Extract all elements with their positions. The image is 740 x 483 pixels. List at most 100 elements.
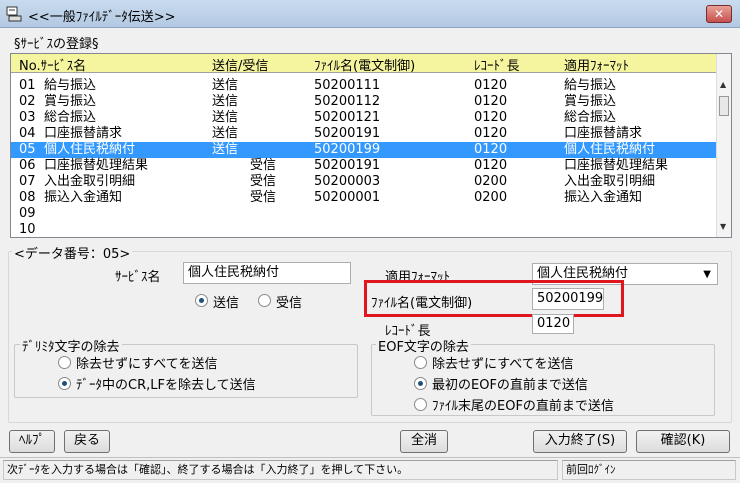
- header-record-length: ﾚｺｰﾄﾞ長: [474, 59, 520, 74]
- row-format: 個人住民税納付: [564, 142, 656, 157]
- scroll-thumb[interactable]: [719, 96, 729, 116]
- row-filename: 50200111: [314, 78, 381, 93]
- row-format: 給与振込: [564, 78, 617, 93]
- row-direction: 送信: [212, 94, 239, 109]
- status-message: 次ﾃﾞｰﾀを入力する場合は「確認」、終了する場合は「入力終了」を押して下さい。: [3, 460, 558, 480]
- row-filename: 50200121: [314, 110, 381, 125]
- row-service-name: 入出金取引明細: [44, 174, 136, 189]
- list-rows: 01 給与振込 送信 50200111 0120 給与振込 02 賞与振込 送信 50200112…: [11, 78, 717, 238]
- row-direction: 送信: [212, 78, 239, 93]
- row-service-name: 総合振込: [44, 110, 97, 125]
- list-scrollbar[interactable]: ▲ ▼: [716, 54, 731, 237]
- header-direction: 送信/受信: [212, 59, 269, 74]
- row-number: 02: [19, 94, 36, 109]
- window-title: <<一般ﾌｧｲﾙﾃﾞｰﾀ伝送>>: [28, 10, 176, 25]
- header-format: 適用ﾌｫｰﾏｯﾄ: [564, 59, 630, 74]
- row-format: 口座振替請求: [564, 126, 643, 141]
- list-item[interactable]: 05 個人住民税納付 送信 50200199 0120 個人住民税納付: [11, 142, 717, 158]
- app-icon: [6, 6, 22, 22]
- receive-radio[interactable]: [258, 294, 271, 307]
- row-service-name: 口座振替処理結果: [44, 158, 149, 173]
- detail-title: <データ番号：05>: [12, 243, 133, 262]
- eof-option-last-radio[interactable]: [414, 398, 427, 411]
- clear-button[interactable]: 全消: [400, 430, 448, 453]
- scroll-down-icon[interactable]: ▼: [720, 222, 726, 231]
- list-item[interactable]: 02 賞与振込 送信 50200112 0120 賞与振込: [11, 94, 717, 110]
- back-button[interactable]: 戻る: [64, 430, 110, 453]
- row-filename: 50200199: [314, 142, 381, 157]
- list-item[interactable]: 10: [11, 222, 717, 238]
- eof-option-last-label: ﾌｧｲﾙ末尾のEOFの直前まで送信: [432, 399, 614, 414]
- row-number: 06: [19, 158, 36, 173]
- row-direction: 送信: [212, 142, 239, 157]
- row-format: 総合振込: [564, 110, 617, 125]
- eof-option-keep-radio[interactable]: [414, 356, 427, 369]
- scroll-up-icon[interactable]: ▲: [720, 80, 726, 89]
- row-record-length: 0120: [474, 126, 508, 141]
- close-icon: ✕: [713, 7, 725, 21]
- finish-input-button[interactable]: 入力終了(S): [533, 430, 627, 453]
- header-name: No.ｻｰﾋﾞｽ名: [19, 59, 87, 74]
- row-record-length: 0120: [474, 158, 508, 173]
- row-service-name: 振込入金通知: [44, 190, 123, 205]
- row-format: 入出金取引明細: [564, 174, 656, 189]
- row-number: 03: [19, 110, 36, 125]
- row-filename: 50200191: [314, 126, 381, 141]
- delimiter-option-strip-label: ﾃﾞｰﾀ中のCR,LFを除去して送信: [76, 378, 256, 393]
- eof-option-first-label: 最初のEOFの直前まで送信: [432, 378, 588, 393]
- row-filename: 50200112: [314, 94, 381, 109]
- delimiter-option-strip-radio[interactable]: [58, 377, 71, 390]
- row-service-name: 給与振込: [44, 78, 97, 93]
- row-direction: 受信: [250, 190, 277, 205]
- row-direction: 受信: [250, 158, 277, 173]
- list-item[interactable]: 04 口座振替請求 送信 50200191 0120 口座振替請求: [11, 126, 717, 142]
- list-item[interactable]: 07 入出金取引明細 受信 50200003 0200 入出金取引明細: [11, 174, 717, 190]
- list-item[interactable]: 01 給与振込 送信 50200111 0120 給与振込: [11, 78, 717, 94]
- record-length-input[interactable]: 0120: [532, 314, 574, 334]
- row-filename: 50200001: [314, 190, 381, 205]
- filename-highlight-box: [364, 280, 624, 317]
- row-format: 口座振替処理結果: [564, 158, 669, 173]
- receive-label: 受信: [276, 296, 303, 311]
- row-number: 01: [19, 78, 36, 93]
- row-service-name: 口座振替請求: [44, 126, 123, 141]
- list-item[interactable]: 09: [11, 206, 717, 222]
- row-number: 07: [19, 174, 36, 189]
- list-header: No.ｻｰﾋﾞｽ名 送信/受信 ﾌｧｲﾙ名(電文制御) ﾚｺｰﾄﾞ長 適用ﾌｫｰ…: [11, 54, 717, 74]
- row-number: 10: [19, 222, 36, 237]
- row-record-length: 0120: [474, 110, 508, 125]
- row-service-name: 賞与振込: [44, 94, 97, 109]
- eof-option-keep-label: 除去せずにすべてを送信: [432, 357, 574, 372]
- list-item[interactable]: 06 口座振替処理結果 受信 50200191 0120 口座振替処理結果: [11, 158, 717, 174]
- row-filename: 50200003: [314, 174, 381, 189]
- delimiter-option-keep-radio[interactable]: [58, 356, 71, 369]
- service-name-input[interactable]: 個人住民税納付: [183, 262, 351, 284]
- row-record-length: 0200: [474, 174, 508, 189]
- row-service-name: 個人住民税納付: [44, 142, 136, 157]
- row-number: 04: [19, 126, 36, 141]
- row-format: 振込入金通知: [564, 190, 643, 205]
- row-format: 賞与振込: [564, 94, 617, 109]
- close-button[interactable]: ✕: [706, 5, 732, 23]
- confirm-button[interactable]: 確認(K): [636, 430, 730, 453]
- row-number: 08: [19, 190, 36, 205]
- send-label: 送信: [213, 296, 240, 311]
- row-direction: 送信: [212, 126, 239, 141]
- send-radio[interactable]: [195, 294, 208, 307]
- service-list[interactable]: No.ｻｰﾋﾞｽ名 送信/受信 ﾌｧｲﾙ名(電文制御) ﾚｺｰﾄﾞ長 適用ﾌｫｰ…: [10, 53, 732, 238]
- row-record-length: 0120: [474, 142, 508, 157]
- row-direction: 送信: [212, 110, 239, 125]
- last-login: 前回ﾛｸﾞｲﾝ: [562, 460, 736, 480]
- eof-option-first-radio[interactable]: [414, 377, 427, 390]
- row-record-length: 0120: [474, 78, 508, 93]
- chevron-down-icon: ▼: [703, 269, 711, 280]
- section-title: §ｻｰﾋﾞｽの登録§: [14, 37, 99, 52]
- status-bar: 次ﾃﾞｰﾀを入力する場合は「確認」、終了する場合は「入力終了」を押して下さい。 …: [0, 457, 740, 483]
- format-value: 個人住民税納付: [537, 266, 629, 281]
- list-item[interactable]: 03 総合振込 送信 50200121 0120 総合振込: [11, 110, 717, 126]
- help-button[interactable]: ﾍﾙﾌﾟ: [9, 430, 55, 453]
- delimiter-option-keep-label: 除去せずにすべてを送信: [76, 357, 218, 372]
- title-bar: <<一般ﾌｧｲﾙﾃﾞｰﾀ伝送>> ✕: [0, 0, 740, 28]
- list-item[interactable]: 08 振込入金通知 受信 50200001 0200 振込入金通知: [11, 190, 717, 206]
- row-record-length: 0200: [474, 190, 508, 205]
